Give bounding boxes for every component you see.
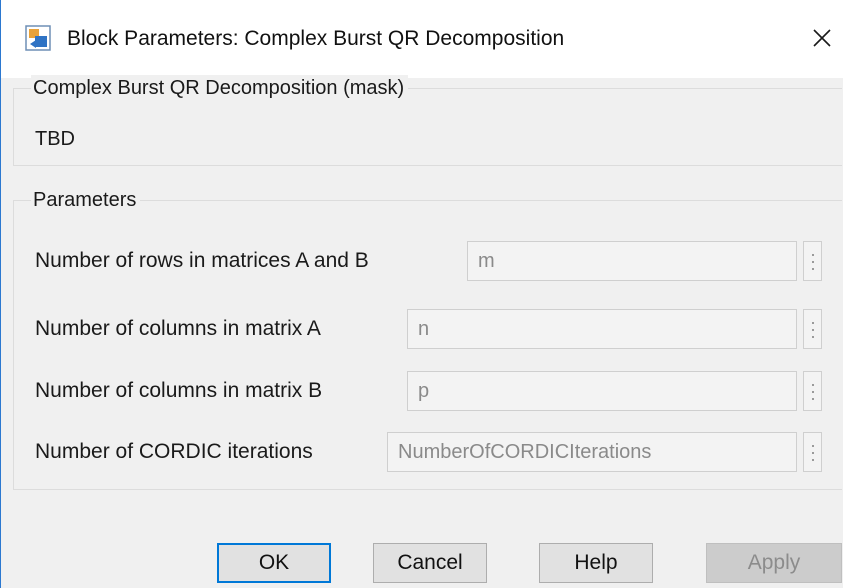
apply-button[interactable]: Apply: [706, 543, 842, 583]
rows-label: Number of rows in matrices A and B: [35, 249, 369, 272]
cancel-button[interactable]: Cancel: [373, 543, 487, 583]
mask-description: TBD: [35, 128, 75, 150]
simulink-block-icon: [25, 25, 51, 51]
cols-a-more-button[interactable]: [803, 309, 822, 349]
block-parameters-dialog: Block Parameters: Complex Burst QR Decom…: [0, 0, 843, 588]
parameters-group-legend: Parameters: [31, 187, 141, 213]
cols-a-label: Number of columns in matrix A: [35, 317, 321, 340]
close-button[interactable]: [804, 20, 840, 56]
cordic-iterations-label: Number of CORDIC iterations: [35, 440, 313, 463]
close-icon: [813, 29, 831, 47]
mask-group-legend: Complex Burst QR Decomposition (mask): [31, 75, 409, 101]
cordic-iterations-input[interactable]: [387, 432, 797, 472]
help-button[interactable]: Help: [539, 543, 653, 583]
title-bar[interactable]: Block Parameters: Complex Burst QR Decom…: [1, 0, 843, 78]
rows-more-button[interactable]: [803, 241, 822, 281]
cordic-iterations-more-button[interactable]: [803, 432, 822, 472]
ok-button[interactable]: OK: [217, 543, 331, 583]
cols-b-input[interactable]: [407, 371, 797, 411]
window-title: Block Parameters: Complex Burst QR Decom…: [67, 27, 565, 50]
cols-b-label: Number of columns in matrix B: [35, 379, 323, 402]
cols-b-more-button[interactable]: [803, 371, 822, 411]
cols-a-input[interactable]: [407, 309, 797, 349]
rows-input[interactable]: [467, 241, 797, 281]
